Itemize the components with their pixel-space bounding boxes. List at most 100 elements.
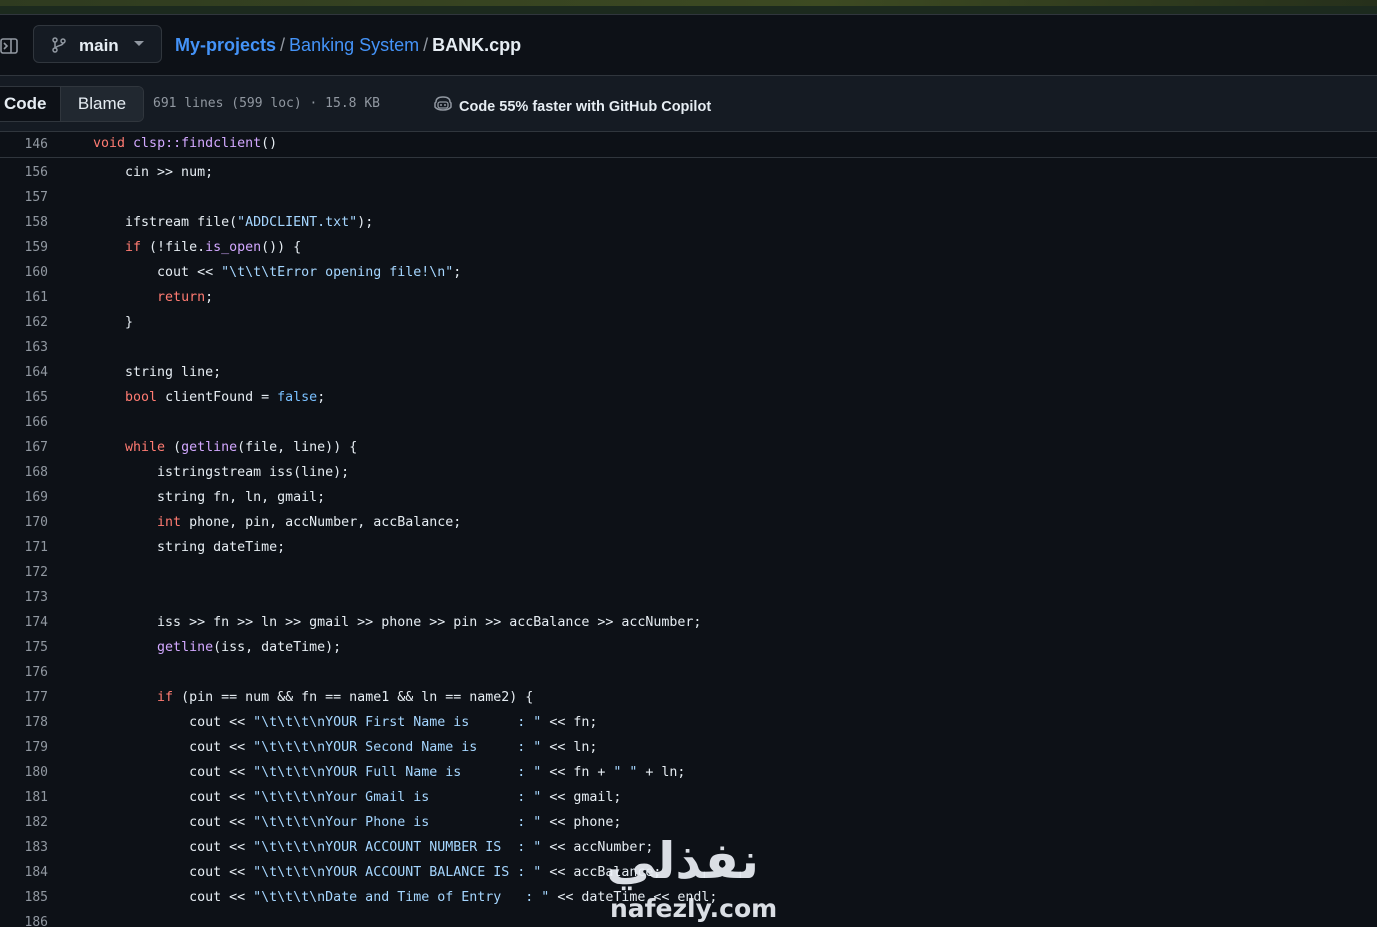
line-number[interactable]: 175 — [0, 635, 48, 660]
code-line[interactable]: 173 — [0, 585, 1377, 610]
line-number[interactable]: 166 — [0, 410, 48, 435]
code-token: "\t\t\t\nDate and Time of Entry : " — [253, 890, 550, 905]
line-number[interactable]: 164 — [0, 360, 48, 385]
code-line[interactable]: 165 bool clientFound = false; — [0, 385, 1377, 410]
tab-code[interactable]: Code — [0, 87, 61, 121]
code-line[interactable]: 167 while (getline(file, line)) { — [0, 435, 1377, 460]
copilot-link[interactable]: Code 55% faster with GitHub Copilot — [433, 95, 711, 118]
code-line-text: string fn, ln, gmail; — [93, 485, 325, 510]
line-number: 146 — [24, 137, 48, 152]
code-line[interactable]: 174 iss >> fn >> ln >> gmail >> phone >>… — [0, 610, 1377, 635]
file-meta: 691 lines (599 loc) · 15.8 KB — [153, 96, 380, 111]
code-line-text: cin >> num; — [93, 160, 213, 185]
watermark-arabic: نفذلي — [606, 832, 760, 890]
chevron-down-icon — [134, 41, 144, 46]
line-number[interactable]: 183 — [0, 835, 48, 860]
line-number[interactable]: 169 — [0, 485, 48, 510]
code-line[interactable]: 171 string dateTime; — [0, 535, 1377, 560]
line-number[interactable]: 178 — [0, 710, 48, 735]
line-number[interactable]: 179 — [0, 735, 48, 760]
code-token: << phone; — [541, 815, 622, 830]
line-number[interactable]: 157 — [0, 185, 48, 210]
code-token: cout << — [93, 265, 222, 280]
line-number[interactable]: 182 — [0, 810, 48, 835]
code-line[interactable]: 179 cout << "\t\t\t\nYOUR Second Name is… — [0, 735, 1377, 760]
code-line[interactable]: 166 — [0, 410, 1377, 435]
line-number[interactable]: 186 — [0, 910, 48, 927]
line-number[interactable]: 174 — [0, 610, 48, 635]
code-token: if — [157, 690, 174, 705]
code-token: string fn, ln, gmail; — [93, 490, 326, 505]
line-number[interactable]: 173 — [0, 585, 48, 610]
code-line[interactable]: 158 ifstream file("ADDCLIENT.txt"); — [0, 210, 1377, 235]
line-number[interactable]: 184 — [0, 860, 48, 885]
line-number[interactable]: 172 — [0, 560, 48, 585]
code-token: << ln; — [541, 740, 598, 755]
code-line[interactable]: 157 — [0, 185, 1377, 210]
code-token: " " — [613, 765, 638, 780]
code-token: << fn + — [541, 765, 614, 780]
line-number[interactable]: 180 — [0, 760, 48, 785]
line-number[interactable]: 185 — [0, 885, 48, 910]
line-number[interactable]: 162 — [0, 310, 48, 335]
code-line[interactable]: 161 return; — [0, 285, 1377, 310]
code-line-text: iss >> fn >> ln >> gmail >> phone >> pin… — [93, 610, 701, 635]
code-line[interactable]: 156 cin >> num; — [0, 160, 1377, 185]
code-token: () — [261, 136, 278, 151]
line-number[interactable]: 159 — [0, 235, 48, 260]
code-token: cout << — [93, 890, 254, 905]
code-token: ); — [357, 215, 374, 230]
line-number[interactable]: 165 — [0, 385, 48, 410]
code-line[interactable]: 170 int phone, pin, accNumber, accBalanc… — [0, 510, 1377, 535]
code-line[interactable]: 176 — [0, 660, 1377, 685]
line-number[interactable]: 156 — [0, 160, 48, 185]
code-line-text: if (!file.is_open()) { — [93, 235, 301, 260]
line-number[interactable]: 158 — [0, 210, 48, 235]
line-number[interactable]: 176 — [0, 660, 48, 685]
code-line-text: cout << "\t\t\t\nYOUR First Name is : " … — [93, 710, 597, 735]
code-line[interactable]: 172 — [0, 560, 1377, 585]
code-token: ()) { — [261, 240, 302, 255]
code-line-text: istringstream iss(line); — [93, 460, 349, 485]
branch-selector-button[interactable]: main — [33, 25, 162, 63]
breadcrumb-file-name: BANK.cpp — [432, 35, 522, 55]
branch-name: main — [79, 36, 119, 55]
line-number[interactable]: 161 — [0, 285, 48, 310]
line-number[interactable]: 167 — [0, 435, 48, 460]
sticky-function-header[interactable]: 146 void clsp::findclient() — [0, 132, 1377, 158]
line-number[interactable]: 171 — [0, 535, 48, 560]
code-line[interactable]: 160 cout << "\t\t\tError opening file!\n… — [0, 260, 1377, 285]
code-line[interactable]: 180 cout << "\t\t\t\nYOUR Full Name is :… — [0, 760, 1377, 785]
line-number[interactable]: 177 — [0, 685, 48, 710]
line-number[interactable]: 181 — [0, 785, 48, 810]
code-line[interactable]: 178 cout << "\t\t\t\nYOUR First Name is … — [0, 710, 1377, 735]
breadcrumb-separator: / — [423, 35, 429, 55]
code-line[interactable]: 169 string fn, ln, gmail; — [0, 485, 1377, 510]
code-line[interactable]: 164 string line; — [0, 360, 1377, 385]
code-token: "\t\t\t\nYOUR ACCOUNT BALANCE IS : " — [253, 865, 542, 880]
code-line[interactable]: 175 getline(iss, dateTime); — [0, 635, 1377, 660]
breadcrumb-dir-link[interactable]: Banking System — [289, 35, 419, 55]
code-line[interactable]: 159 if (!file.is_open()) { — [0, 235, 1377, 260]
code-token: "\t\t\t\nYOUR First Name is : " — [253, 715, 542, 730]
line-number[interactable]: 160 — [0, 260, 48, 285]
code-token: << gmail; — [541, 790, 622, 805]
code-token: getline — [181, 440, 238, 455]
code-line[interactable]: 162 } — [0, 310, 1377, 335]
line-number[interactable]: 170 — [0, 510, 48, 535]
code-line-text: void clsp::findclient() — [93, 136, 277, 151]
code-line-text: return; — [93, 285, 213, 310]
breadcrumb-repo-link[interactable]: My-projects — [175, 35, 276, 55]
code-line[interactable]: 168 istringstream iss(line); — [0, 460, 1377, 485]
code-line[interactable]: 181 cout << "\t\t\t\nYour Gmail is : " <… — [0, 785, 1377, 810]
line-number[interactable]: 163 — [0, 335, 48, 360]
code-token: clsp::findclient — [133, 136, 262, 151]
code-line-text: cout << "\t\t\tError opening file!\n"; — [93, 260, 461, 285]
line-number[interactable]: 168 — [0, 460, 48, 485]
sidebar-expand-icon[interactable] — [0, 37, 18, 55]
code-line[interactable]: 163 — [0, 335, 1377, 360]
code-line[interactable]: 177 if (pin == num && fn == name1 && ln … — [0, 685, 1377, 710]
tab-blame[interactable]: Blame — [61, 87, 143, 121]
